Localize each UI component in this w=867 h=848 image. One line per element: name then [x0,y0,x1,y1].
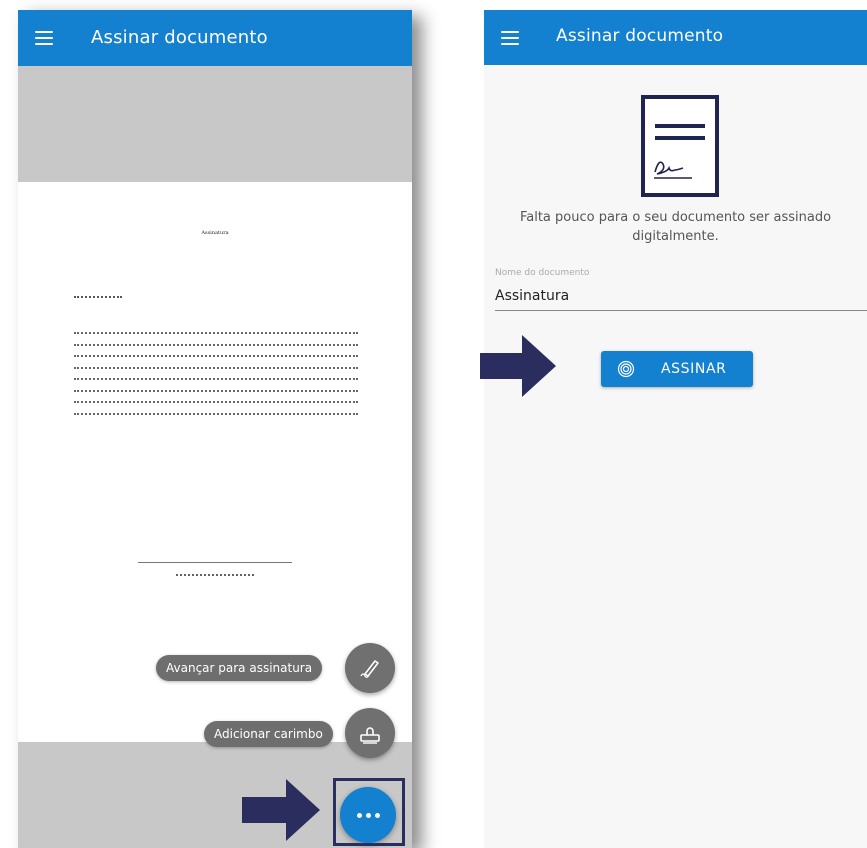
add-stamp-label[interactable]: Adicionar carimbo [204,721,333,747]
pen-signature-icon [360,660,379,678]
page-title: Assinar documento [556,26,724,46]
document-signature-line [138,562,292,563]
hamburger-menu-icon[interactable] [35,31,53,45]
document-name-label: Nome do documento [495,268,590,278]
page-title: Assinar documento [91,27,268,48]
fab-highlight-box [333,778,405,846]
arrow-right-icon [480,335,556,397]
document-signer-name [176,574,254,578]
advance-to-signature-button[interactable] [345,643,395,693]
app-bar: Assinar documento [484,10,867,65]
app-bar: Assinar documento [18,10,412,66]
hamburger-menu-icon[interactable] [501,31,519,45]
document-name-field[interactable]: Assinatura [495,288,569,304]
sign-button[interactable]: ASSINAR [601,351,753,387]
advance-to-signature-label[interactable]: Avançar para assinatura [156,655,323,681]
fingerprint-icon [617,360,635,378]
document-heading: Assinatura [201,230,229,236]
document-name-underline [495,310,867,311]
document-body-text [74,332,358,424]
sign-button-label: ASSINAR [661,361,727,377]
stamp-icon [360,727,380,744]
add-stamp-button[interactable] [345,708,395,758]
left-phone-screen: Assinar documento Assinatura Avançar par… [18,10,412,848]
document-signed-icon [641,95,719,197]
right-phone-screen: Assinar documento Falta pouco para o seu… [484,10,867,848]
info-message: Falta pouco para o seu documento ser ass… [519,210,832,244]
document-salutation [74,296,122,301]
arrow-right-icon [242,779,320,841]
